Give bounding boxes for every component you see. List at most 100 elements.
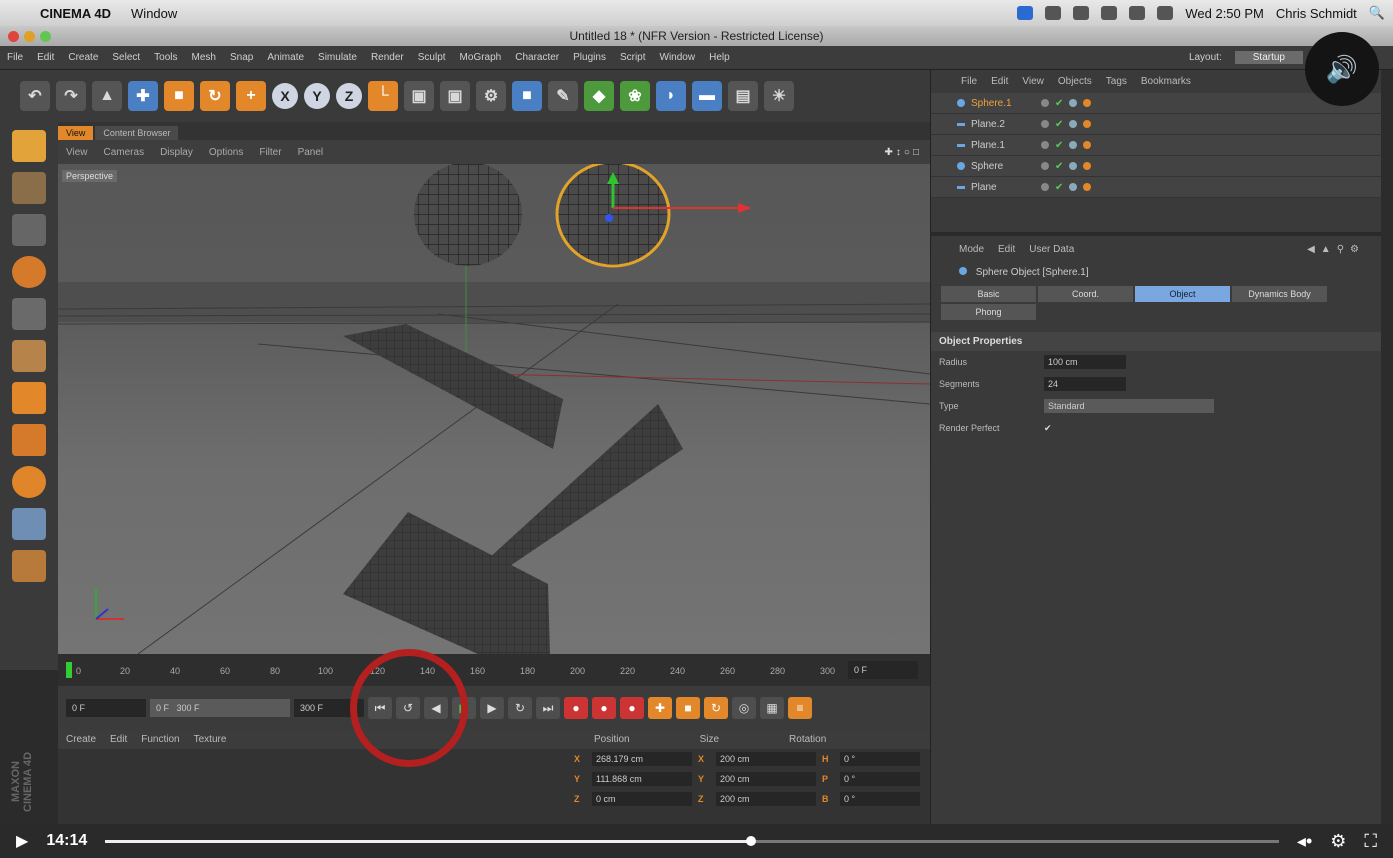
check-icon[interactable]: ✔: [1055, 182, 1063, 193]
objmgr-menu-file[interactable]: File: [961, 76, 977, 87]
edges-mode-icon[interactable]: [12, 340, 46, 372]
minimize-window-button[interactable]: [24, 31, 35, 42]
dynamics-tag-icon[interactable]: [1083, 162, 1092, 170]
menu-mesh[interactable]: Mesh: [185, 52, 223, 63]
spotlight-icon[interactable]: 🔍: [1369, 5, 1385, 21]
check-icon[interactable]: ✔: [1055, 161, 1063, 172]
viewport-nav-icons[interactable]: ✚↕○□: [877, 147, 930, 158]
screen-icon[interactable]: [1045, 6, 1062, 20]
select-arrow-icon[interactable]: ▲: [92, 81, 122, 111]
3d-viewport[interactable]: Perspective: [58, 164, 930, 654]
y-axis-lock-button[interactable]: Y: [304, 83, 330, 109]
object-name[interactable]: Plane.1: [971, 140, 1041, 151]
viewport-menu-filter[interactable]: Filter: [251, 147, 289, 158]
objmgr-menu-view[interactable]: View: [1022, 76, 1044, 87]
size-z-field[interactable]: 200 cm: [716, 792, 816, 806]
speaker-icon[interactable]: [1129, 6, 1146, 20]
record-active-objects-button[interactable]: ●: [564, 697, 588, 719]
segments-field[interactable]: 24: [1044, 377, 1126, 391]
go-to-end-button[interactable]: ⏭: [536, 697, 560, 719]
menu-snap[interactable]: Snap: [223, 52, 260, 63]
material-menu-edit[interactable]: Edit: [110, 734, 127, 745]
volume-icon[interactable]: 🔊: [1305, 32, 1379, 106]
array-icon[interactable]: ❀: [620, 81, 650, 111]
user-name[interactable]: Chris Schmidt: [1276, 6, 1357, 21]
move-tool-icon[interactable]: ✚: [128, 81, 158, 111]
visibility-dots-icon[interactable]: [1041, 141, 1049, 149]
menu-animate[interactable]: Animate: [260, 52, 311, 63]
make-editable-icon[interactable]: [12, 130, 46, 162]
keyframe-selection-button[interactable]: ●: [620, 697, 644, 719]
viewport-menu-view[interactable]: View: [58, 147, 96, 158]
attmgr-nav-icons[interactable]: ◀▲⚲⚙: [1307, 244, 1365, 255]
material-tag-icon[interactable]: [1069, 99, 1078, 107]
menu-file[interactable]: File: [0, 52, 30, 63]
object-name[interactable]: Plane.2: [971, 119, 1041, 130]
position-z-field[interactable]: 0 cm: [592, 792, 692, 806]
timeline-ruler[interactable]: 0 20 40 60 80 100 120 140 160 180 200 22…: [58, 654, 930, 686]
coordinate-system-icon[interactable]: └: [368, 81, 398, 111]
visibility-dots-icon[interactable]: [1041, 162, 1049, 170]
rotation-h-field[interactable]: 0 °: [840, 752, 920, 766]
rotation-p-field[interactable]: 0 °: [840, 772, 920, 786]
menu-script[interactable]: Script: [613, 52, 653, 63]
preview-range-slider[interactable]: 0 F 300 F: [150, 699, 290, 717]
menu-select[interactable]: Select: [105, 52, 147, 63]
workplane-lock-icon[interactable]: [12, 550, 46, 582]
zoom-window-button[interactable]: [40, 31, 51, 42]
light-icon[interactable]: ☀: [764, 81, 794, 111]
spline-pen-icon[interactable]: ✎: [548, 81, 578, 111]
close-window-button[interactable]: [8, 31, 19, 42]
redo-icon[interactable]: ↷: [56, 81, 86, 111]
object-row-sphere-1[interactable]: Sphere.1 ✔: [931, 93, 1383, 114]
dynamics-tag-icon[interactable]: [1083, 120, 1092, 128]
polygons-mode-icon[interactable]: [12, 382, 46, 414]
check-icon[interactable]: ✔: [1055, 98, 1063, 109]
tab-content-browser[interactable]: Content Browser: [95, 126, 179, 140]
render-view-icon[interactable]: ▣: [404, 81, 434, 111]
objmgr-menu-bookmarks[interactable]: Bookmarks: [1141, 76, 1191, 87]
record-position-button[interactable]: ✚: [648, 697, 672, 719]
material-menu-create[interactable]: Create: [66, 734, 96, 745]
undo-icon[interactable]: ↶: [20, 81, 50, 111]
object-name[interactable]: Sphere.1: [971, 98, 1041, 109]
start-frame-field[interactable]: 0 F: [66, 699, 146, 717]
dynamics-tag-icon[interactable]: [1083, 99, 1092, 107]
x-axis-lock-button[interactable]: X: [272, 83, 298, 109]
points-mode-icon[interactable]: [12, 298, 46, 330]
menu-edit[interactable]: Edit: [30, 52, 61, 63]
render-perfect-checkbox[interactable]: ✔: [1044, 423, 1052, 434]
tab-basic[interactable]: Basic: [941, 286, 1036, 302]
settings-gear-icon[interactable]: ⚙: [1330, 831, 1346, 852]
wifi-icon[interactable]: [1101, 6, 1118, 20]
objmgr-menu-edit[interactable]: Edit: [991, 76, 1008, 87]
check-icon[interactable]: ✔: [1055, 140, 1063, 151]
add-tool-icon[interactable]: +: [236, 81, 266, 111]
tab-coord[interactable]: Coord.: [1038, 286, 1133, 302]
viewport-scene[interactable]: [58, 164, 930, 654]
tab-dynamics-body[interactable]: Dynamics Body: [1232, 286, 1327, 302]
dynamics-tag-icon[interactable]: [1083, 141, 1092, 149]
tab-phong[interactable]: Phong: [941, 304, 1036, 320]
fullscreen-icon[interactable]: ⛶: [1364, 831, 1377, 852]
layout-dropdown[interactable]: Startup: [1234, 51, 1303, 64]
record-rotation-button[interactable]: ↻: [704, 697, 728, 719]
dynamics-tag-icon[interactable]: [1083, 183, 1092, 191]
menu-window[interactable]: Window: [653, 52, 703, 63]
snapping-icon[interactable]: [12, 508, 46, 540]
menu-plugins[interactable]: Plugins: [566, 52, 613, 63]
rotate-tool-icon[interactable]: ↻: [200, 81, 230, 111]
visibility-dots-icon[interactable]: [1041, 120, 1049, 128]
record-scale-button[interactable]: ■: [676, 697, 700, 719]
size-y-field[interactable]: 200 cm: [716, 772, 816, 786]
deformer-icon[interactable]: ◗: [656, 81, 686, 111]
next-frame-button[interactable]: ▶: [480, 697, 504, 719]
scale-tool-icon[interactable]: ■: [164, 81, 194, 111]
subdivision-surface-icon[interactable]: ◆: [584, 81, 614, 111]
type-dropdown[interactable]: Standard: [1044, 399, 1214, 413]
material-tag-icon[interactable]: [1069, 162, 1078, 170]
texture-mode-icon[interactable]: [12, 214, 46, 246]
record-parameter-button[interactable]: ◎: [732, 697, 756, 719]
menu-app-name[interactable]: CINEMA 4D: [30, 6, 121, 21]
video-scrub-handle[interactable]: [745, 835, 756, 846]
